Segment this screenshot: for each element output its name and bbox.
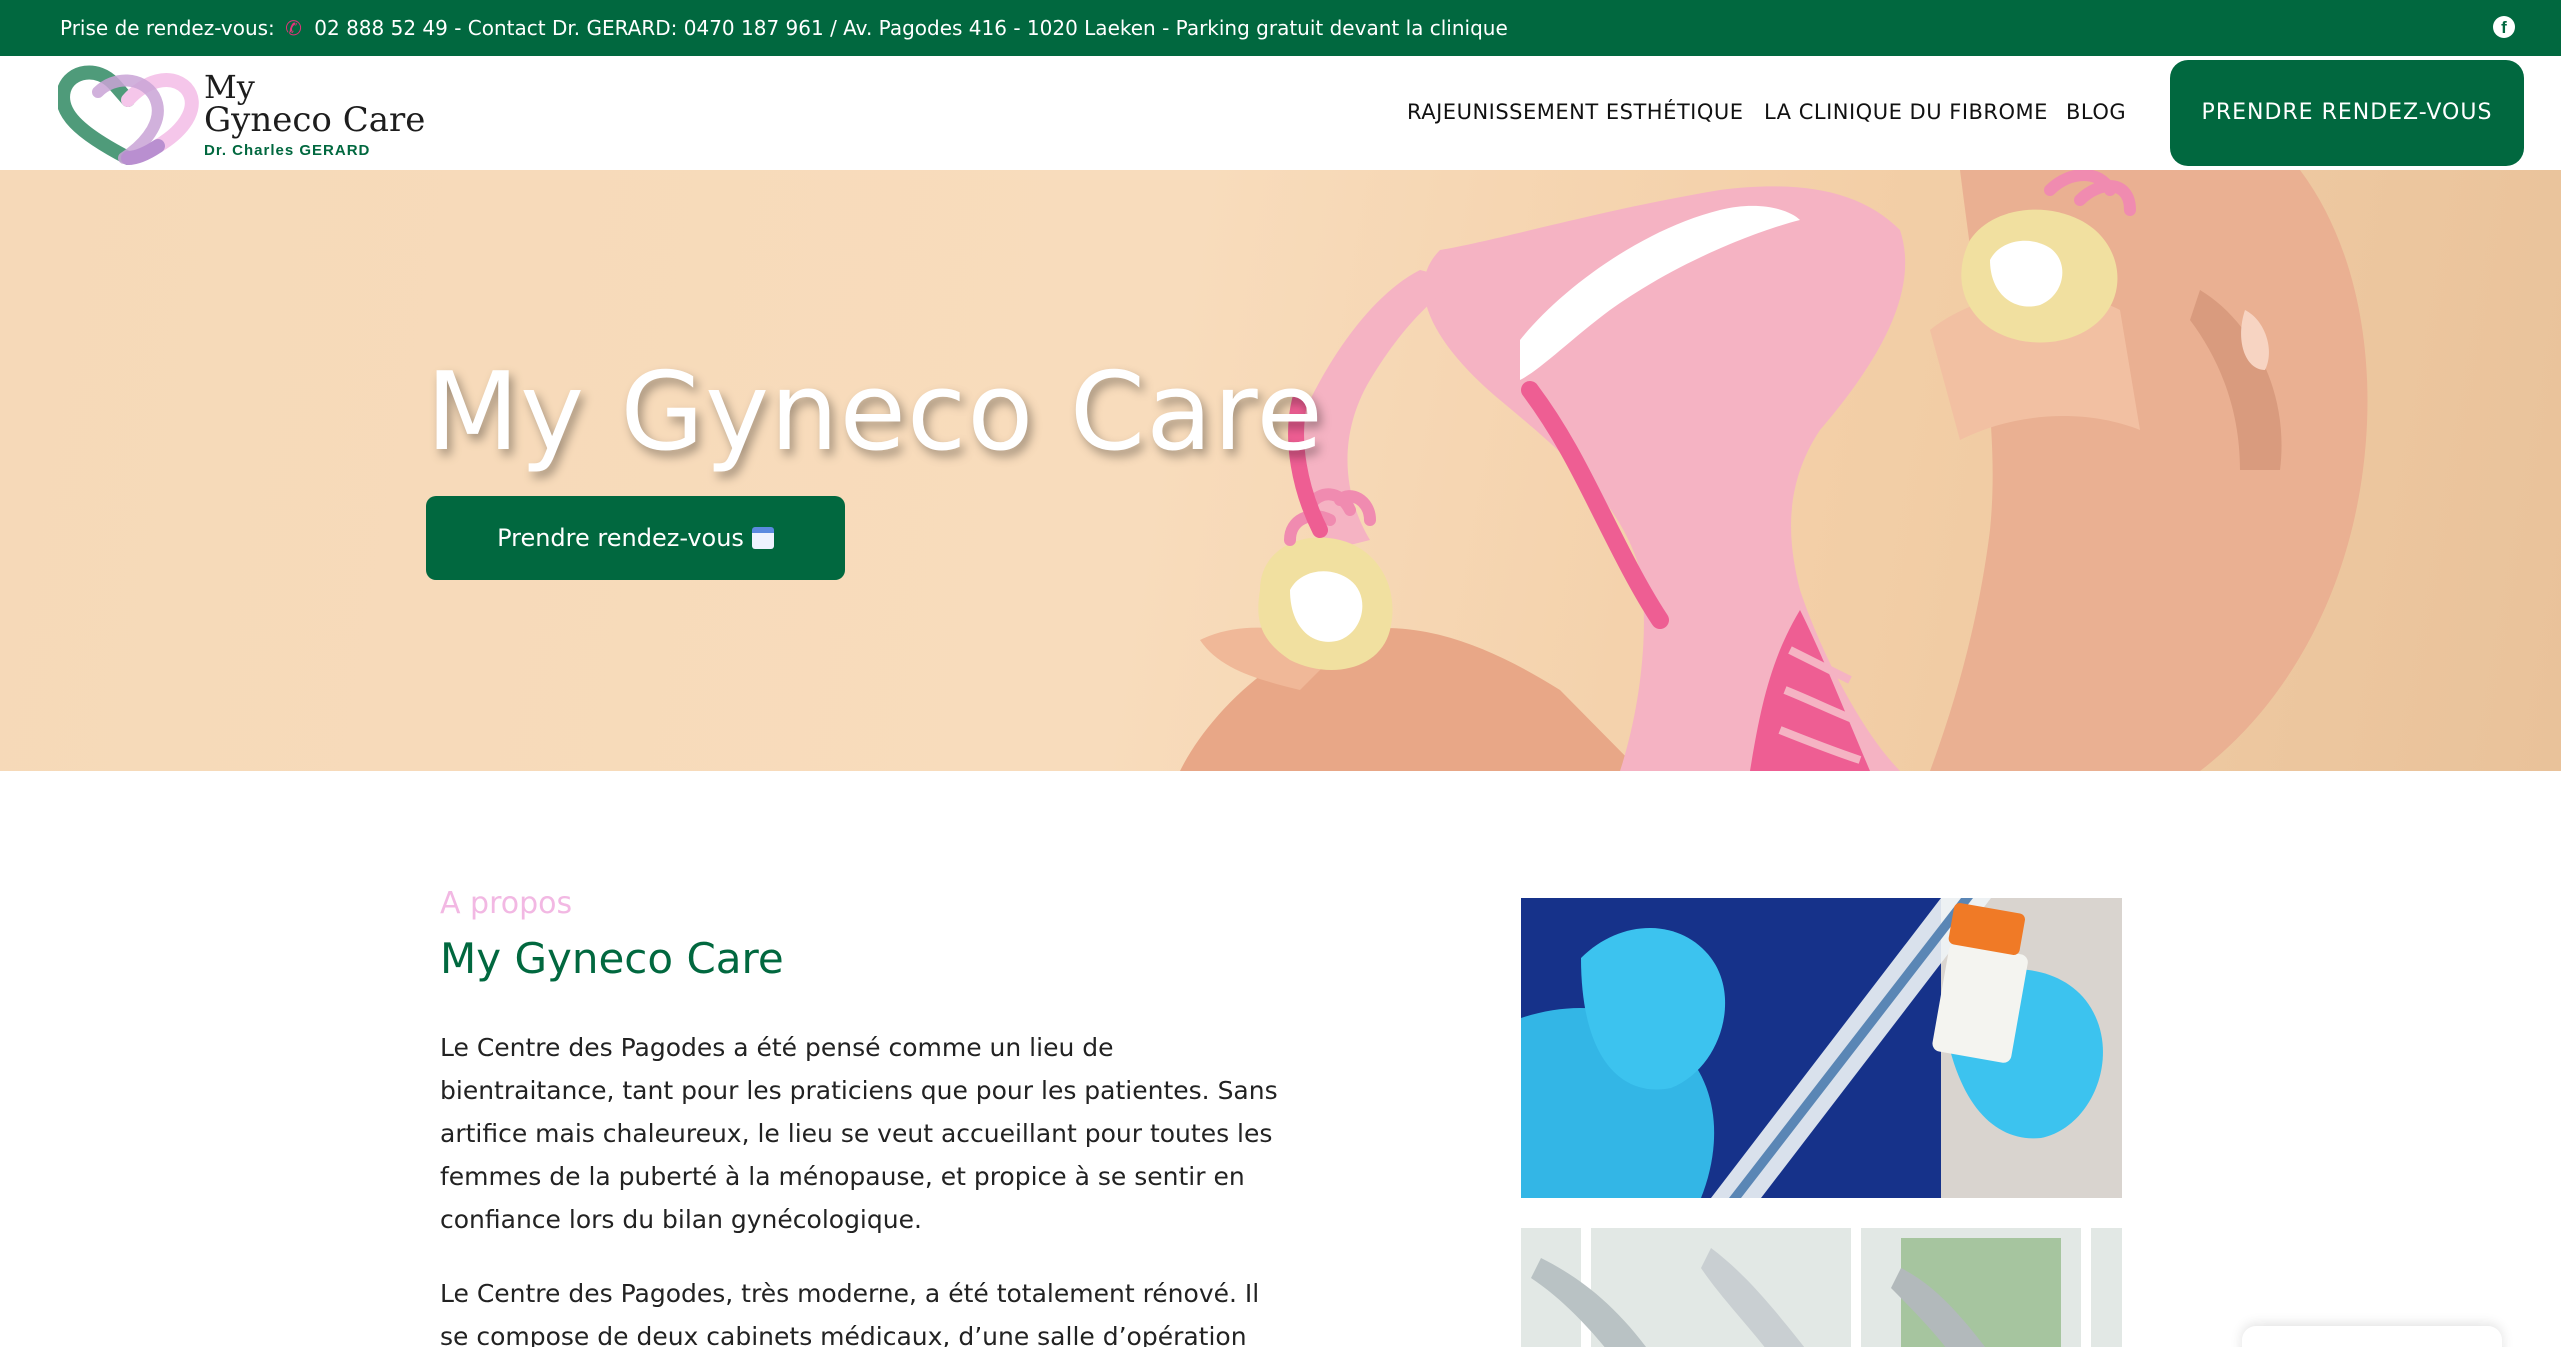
nav-item-blog[interactable]: BLOG [2066,100,2126,124]
nav-item-clinique-fibrome[interactable]: LA CLINIQUE DU FIBROME [1764,100,2048,124]
nav-item-rajeunissement[interactable]: RAJEUNISSEMENT ESTHÉTIQUE [1407,100,1744,124]
about-image-gloves [1521,898,2122,1198]
topbar-info: 02 888 52 49 - Contact Dr. GERARD: 0470 … [314,16,1508,40]
topbar-text: Prise de rendez-vous: ✆ 02 888 52 49 - C… [60,14,1508,42]
logo-subtitle: Dr. Charles GERARD [204,142,371,159]
hero-banner: My Gyneco Care Prendre rendez-vous [0,170,2561,771]
calendar-icon [751,527,774,549]
top-info-bar: Prise de rendez-vous: ✆ 02 888 52 49 - C… [0,0,2561,56]
about-kicker: A propos [440,886,573,921]
topbar-prefix: Prise de rendez-vous: [60,16,275,40]
about-image-exercise [1521,1228,2122,1347]
logo-text-line1: My [204,68,255,106]
chat-widget[interactable] [2242,1326,2502,1347]
about-title: My Gyneco Care [440,934,784,983]
facebook-icon[interactable]: f [2493,16,2515,38]
logo-text-line2: Gyneco Care [204,100,426,140]
phone-icon: ✆ [285,16,302,40]
hero-book-button[interactable]: Prendre rendez-vous [426,496,845,580]
about-paragraph-2: Le Centre des Pagodes, très moderne, a é… [440,1279,1260,1347]
logo[interactable]: My Gyneco Care Dr. Charles GERARD [58,62,425,166]
about-paragraph-1: Le Centre des Pagodes a été pensé comme … [440,1033,1278,1234]
hero-title: My Gyneco Care [426,350,1324,475]
hero-book-label: Prendre rendez-vous [497,524,744,552]
book-appointment-button[interactable]: PRENDRE RENDEZ-VOUS [2170,60,2524,166]
logo-hearts-icon [58,65,199,165]
site-header: My Gyneco Care Dr. Charles GERARD RAJEUN… [0,56,2561,170]
